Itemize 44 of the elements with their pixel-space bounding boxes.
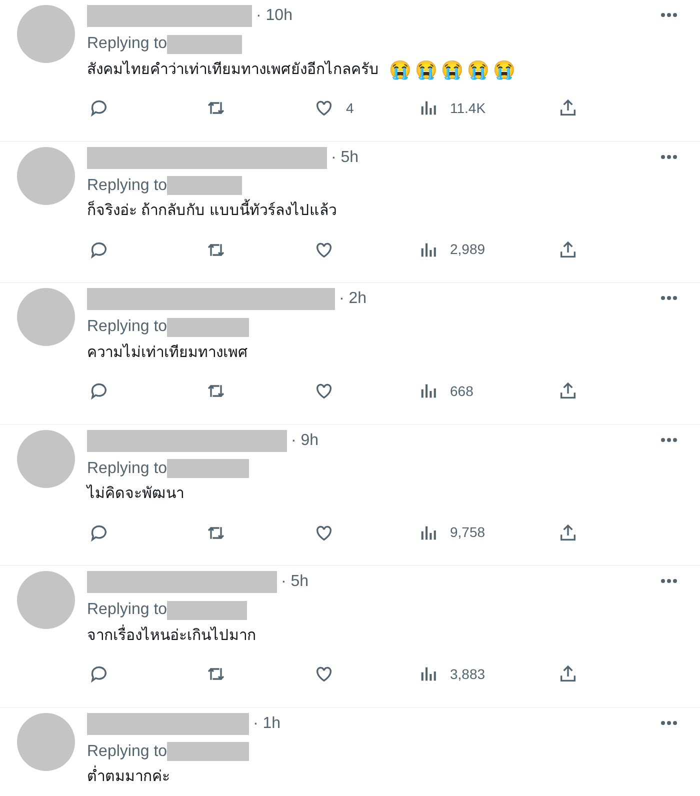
replying-to-label: Replying to xyxy=(87,176,168,196)
share-icon[interactable] xyxy=(558,522,578,542)
like-count: 4 xyxy=(346,98,355,118)
heart-icon[interactable] xyxy=(314,98,334,118)
reply-text: ต่ำตมมากค่ะ xyxy=(87,766,170,789)
reply-text: ไม่คิดจะพัฒนา xyxy=(87,484,184,504)
reply-text: จากเรื่องไหนอ่ะเกินไปมาก xyxy=(87,624,256,646)
reply-icon[interactable] xyxy=(89,381,109,401)
replying-to-label: Replying to xyxy=(87,34,168,54)
view-count: 11.4K xyxy=(450,98,487,118)
replying-to-label: Replying to xyxy=(87,317,168,337)
share-icon[interactable] xyxy=(558,664,578,684)
share-icon[interactable] xyxy=(558,98,578,118)
view-count: 2,989 xyxy=(450,240,486,259)
reply-icon[interactable] xyxy=(89,240,109,260)
heart-icon[interactable] xyxy=(314,664,334,684)
view-count: 9,758 xyxy=(450,523,486,542)
replying-to-label: Replying to xyxy=(87,742,168,762)
view-count: 668 xyxy=(450,382,474,400)
reply-icon[interactable] xyxy=(89,522,109,542)
reply-icon[interactable] xyxy=(89,664,109,684)
more-icon[interactable] xyxy=(660,12,678,18)
more-icon[interactable] xyxy=(660,295,678,301)
post-time: · 1h xyxy=(253,714,281,734)
post-time: · 2h xyxy=(339,289,367,309)
post-time: · 5h xyxy=(281,572,309,592)
more-icon[interactable] xyxy=(660,720,678,726)
post-time: · 10h xyxy=(256,6,292,26)
share-icon[interactable] xyxy=(558,240,578,260)
post-time: · 5h xyxy=(331,148,359,168)
replying-to-label: Replying to xyxy=(87,600,168,620)
reply-text: สังคมไทยคำว่าเท่าเทียมทางเพศยังอีกไกลครับ xyxy=(87,60,379,80)
share-icon[interactable] xyxy=(558,381,578,401)
more-icon[interactable] xyxy=(660,154,678,160)
reply-text: ความไม่เท่าเทียมทางเพศ xyxy=(87,342,248,363)
reply-text: ก็จริงอ่ะ ถ้ากลับกับ แบบนี้ทัวร์ลงไปแล้ว xyxy=(87,200,336,223)
more-icon[interactable] xyxy=(660,578,678,584)
post-time: · 9h xyxy=(291,430,319,450)
crying-emojis: 😭😭😭😭😭 xyxy=(389,58,519,82)
replying-to-label: Replying to xyxy=(87,458,168,478)
view-count: 3,883 xyxy=(450,664,486,684)
more-icon[interactable] xyxy=(660,436,678,442)
heart-icon[interactable] xyxy=(314,381,334,401)
reply-icon[interactable] xyxy=(89,98,109,118)
